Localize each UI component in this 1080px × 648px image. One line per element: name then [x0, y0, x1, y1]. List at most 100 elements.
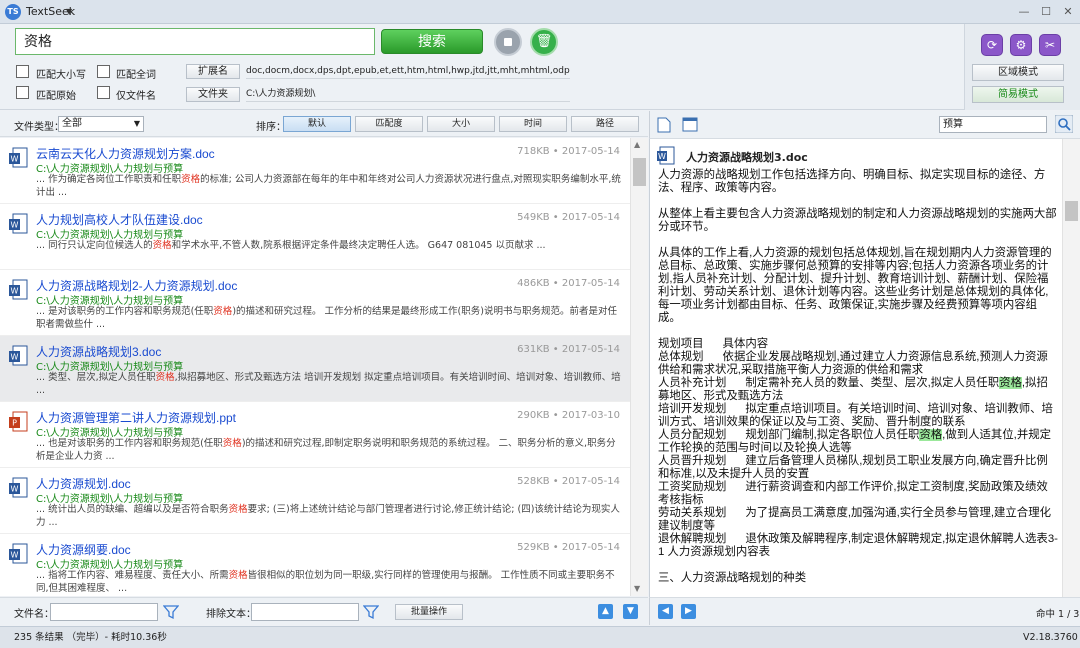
sort-default-button[interactable]: 默认	[283, 116, 351, 132]
match-whole-checkbox[interactable]	[97, 65, 110, 78]
match-original-label: 匹配原始	[36, 91, 76, 102]
svg-text:W: W	[658, 152, 666, 161]
result-meta: 529KB • 2017-05-14	[517, 542, 620, 553]
result-row[interactable]: P 人力资源管理第二讲人力资源规划.ppt 290KB • 2017-03-10 C:…	[0, 402, 630, 468]
match-whole-label: 匹配全词	[116, 70, 156, 81]
match-case-checkbox[interactable]	[16, 65, 29, 78]
arrow-right-icon[interactable]: ▶	[681, 604, 696, 619]
filetype-select[interactable]: 全部 ▼	[58, 116, 144, 132]
hit-counter: 命中 1 / 3	[1036, 609, 1080, 620]
scroll-down-icon[interactable]: ▼	[634, 584, 640, 593]
minimize-button[interactable]: —	[1014, 4, 1034, 20]
filename-filter-input[interactable]	[50, 603, 158, 621]
preview-table-line: 人员晋升规划 建立后备管理人员梯队,规划员工职业发展方向,确定晋升比例和标准,以…	[658, 455, 1048, 480]
filename-only-label: 仅文件名	[116, 91, 156, 102]
results-toolbar: 文件类型： 全部 ▼ 排序： 默认 匹配度 大小 时间 路径	[0, 111, 648, 137]
word-doc-icon: W	[657, 146, 675, 165]
preview-search-input[interactable]: 预算	[939, 116, 1047, 133]
filter-icon[interactable]	[163, 604, 179, 620]
search-input[interactable]: 资格	[15, 28, 375, 55]
word-file-icon: W	[9, 279, 28, 300]
result-row[interactable]: W 人力资源战略规划2-人力资源规划.doc 486KB • 2017-05-14 C…	[0, 270, 630, 336]
simple-mode-button[interactable]: 简易模式	[972, 86, 1064, 103]
preview-pane: W 人力资源战略规划3.doc 人力资源的战略规划工作包括选择方向、明确目标、拟…	[649, 139, 1062, 597]
maximize-button[interactable]: ☐	[1036, 4, 1056, 20]
clear-button[interactable]: 🗑	[530, 28, 558, 56]
folder-field[interactable]: C:\人力资源规划\	[246, 87, 570, 102]
snippet-text: ... 是对该职务的工作内容和职务规范(任职	[36, 306, 214, 317]
extension-label[interactable]: 扩展名	[186, 64, 240, 79]
region-mode-button[interactable]: 区域模式	[972, 64, 1064, 81]
snippet-text: ... 类型、层次,拟定人员任职	[36, 372, 156, 383]
gear-icon[interactable]: ⚙	[1010, 34, 1032, 56]
result-meta: 290KB • 2017-03-10	[517, 410, 620, 421]
preview-content: 人力资源的战略规划工作包括选择方向、明确目标、拟定实现目标的途径、方法、程序、政…	[658, 169, 1058, 598]
close-button[interactable]: ✕	[1058, 4, 1078, 20]
preview-paragraph: 三、人力资源战略规划的种类	[658, 572, 807, 584]
result-row[interactable]: W 人力资源纲要.doc 529KB • 2017-05-14 C:\人力资源规划\人…	[0, 534, 630, 596]
filetype-value: 全部	[62, 118, 82, 129]
preview-paragraph: 从具体的工作上看,人力资源的规划包括总体规划,旨在规划期内人力资源管理的总目标、…	[658, 247, 1052, 324]
result-snippet: ... 统计出人员的缺编、超编以及是否符合职务资格要求; (三)将上述统计结论与…	[36, 503, 622, 529]
preview-table-line: 培训开发规划 拟定重点培训项目。有关培训时间、培训对象、培训教师、培训方式、培训…	[658, 403, 1053, 428]
sort-time-button[interactable]: 时间	[499, 116, 567, 132]
folder-label[interactable]: 文件夹	[186, 87, 240, 102]
result-row[interactable]: W 云南云天化人力资源规划方案.doc 718KB • 2017-05-14 C:\人…	[0, 138, 630, 204]
search-panel: 资格 搜索 🗑 匹配大小写 匹配全词 匹配原始 仅文件名 扩展名 doc,doc…	[0, 24, 1080, 110]
snippet-text: ... 统计出人员的缺编、超编以及是否符合职务	[36, 504, 229, 515]
tools-icon[interactable]: ✂	[1039, 34, 1061, 56]
sort-path-button[interactable]: 路径	[571, 116, 639, 132]
scroll-thumb[interactable]	[633, 158, 646, 186]
svg-text:W: W	[11, 551, 19, 560]
preview-scrollbar[interactable]	[1062, 139, 1080, 597]
filter-icon[interactable]	[363, 604, 379, 620]
search-icon[interactable]	[1055, 115, 1073, 133]
stop-button[interactable]	[494, 28, 522, 56]
svg-text:W: W	[11, 353, 19, 362]
window-icon[interactable]	[682, 117, 698, 132]
results-scrollbar[interactable]: ▲ ▼	[630, 138, 648, 596]
snippet-highlight: 资格	[228, 570, 248, 581]
preview-highlight: 资格	[999, 377, 1022, 389]
exclude-text-input[interactable]	[251, 603, 359, 621]
preview-highlight: 资格	[919, 429, 943, 441]
preview-paragraph: 从整体上看主要包含人力资源战略规划的制定和人力资源战略规划的实施两大部分或环节。	[658, 208, 1057, 233]
scroll-thumb[interactable]	[1065, 201, 1078, 221]
preview-table-line: 人员分配规划 规划部门编制,拟定各职位人员任职资格,做到人适其位,并规定工作轮换…	[658, 429, 1058, 455]
scroll-up-icon[interactable]: ▲	[634, 140, 640, 149]
match-original-checkbox[interactable]	[16, 86, 29, 99]
result-snippet: ... 是对该职务的工作内容和职务规范(任职资格)的描述和研究过程。 工作分析的…	[36, 305, 622, 331]
filename-only-checkbox[interactable]	[97, 86, 110, 99]
arrow-left-icon[interactable]: ◀	[658, 604, 673, 619]
preview-toolbar: 预算	[649, 111, 1080, 139]
svg-text:W: W	[11, 221, 19, 230]
result-row[interactable]: W 人力资源战略规划3.doc 631KB • 2017-05-14 C:\人力资源规…	[0, 336, 630, 402]
preview-text-span: 人员分配规划 规划部门编制,拟定各职位人员任职	[658, 429, 920, 441]
sort-relevance-button[interactable]: 匹配度	[355, 116, 423, 132]
results-footer: 文件名： 排除文本： 批量操作 ▲ ▼	[0, 597, 648, 625]
search-button[interactable]: 搜索	[381, 29, 483, 54]
app-menu-arrow-icon[interactable]: ▼	[66, 7, 72, 16]
extension-field[interactable]: doc,docm,docx,dps,dpt,epub,et,ett,htm,ht…	[246, 64, 570, 79]
svg-text:W: W	[11, 485, 19, 494]
word-file-icon: W	[9, 345, 28, 366]
result-row[interactable]: W 人力资源规划.doc 528KB • 2017-05-14 C:\人力资源规划\人…	[0, 468, 630, 534]
arrow-up-icon[interactable]: ▲	[598, 604, 613, 619]
snippet-highlight: 资格	[222, 438, 242, 449]
arrow-down-icon[interactable]: ▼	[623, 604, 638, 619]
refresh-icon[interactable]: ⟳	[981, 34, 1003, 56]
document-icon[interactable]	[657, 117, 671, 133]
result-meta: 528KB • 2017-05-14	[517, 476, 620, 487]
batch-operation-button[interactable]: 批量操作	[395, 604, 463, 620]
results-list: W 云南云天化人力资源规划方案.doc 718KB • 2017-05-14 C:\人…	[0, 138, 630, 596]
preview-table-line: 工资奖励规划 进行薪资调查和内部工作评价,拟定工资制度,奖励政策及绩效考核指标	[658, 481, 1048, 506]
svg-text:W: W	[11, 287, 19, 296]
result-snippet: ... 类型、层次,拟定人员任职资格,拟招募地区、形式及甄选方法 培训开发规划 …	[36, 371, 622, 397]
snippet-highlight: 资格	[155, 372, 175, 383]
preview-table-line: 人员补充计划 制定需补充人员的数量、类型、层次,拟定人员任职资格,拟招募地区、形…	[658, 377, 1058, 403]
sort-size-button[interactable]: 大小	[427, 116, 495, 132]
result-row[interactable]: W 人力规划高校人才队伍建设.doc 549KB • 2017-05-14 C:\人力…	[0, 204, 630, 270]
preview-table-line: 退休解聘规划 退休政策及解聘程序,制定退休解聘规定,拟定退休解聘人选表3-1 人…	[658, 533, 1058, 558]
sort-label: 排序：	[256, 122, 286, 133]
preview-table-line: 劳动关系规划 为了提高员工满意度,加强沟通,实行全员参与管理,建立合理化建议制度…	[658, 507, 1051, 532]
